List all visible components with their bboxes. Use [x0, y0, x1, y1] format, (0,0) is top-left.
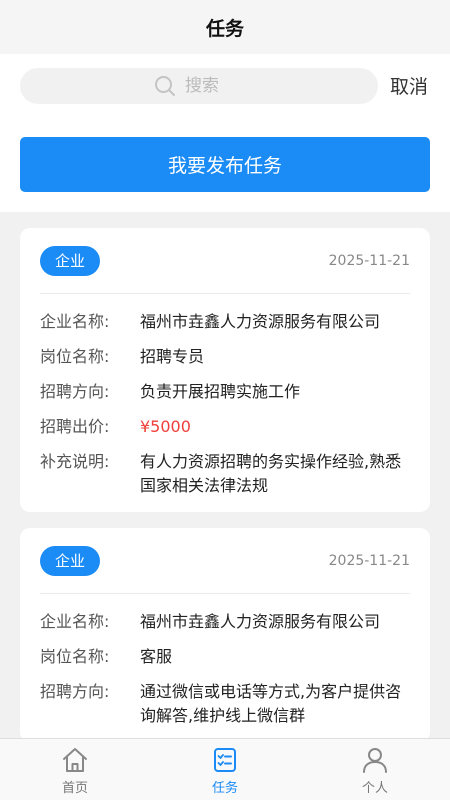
direction-row: 招聘方向: 通过微信或电话等方式,为客户提供咨询解答,维护线上微信群 [40, 680, 410, 728]
bottom-tab-bar: 首页 任务 个人 [0, 738, 450, 800]
task-card[interactable]: 企业 2025-11-21 企业名称: 福州市垚鑫人力资源服务有限公司 岗位名称… [20, 228, 430, 512]
note-value: 有人力资源招聘的务实操作经验,熟悉国家相关法律法规 [140, 452, 402, 495]
card-body: 企业名称: 福州市垚鑫人力资源服务有限公司 岗位名称: 客服 招聘方向: 通过微… [40, 594, 410, 742]
price-label: 招聘出价: [40, 417, 110, 436]
search-icon [153, 74, 177, 98]
direction-label: 招聘方向: [40, 682, 110, 701]
direction-row: 招聘方向: 负责开展招聘实施工作 [40, 380, 410, 404]
position-label: 岗位名称: [40, 647, 110, 666]
tab-label: 任务 [211, 781, 238, 796]
type-badge: 企业 [40, 545, 100, 576]
direction-value: 通过微信或电话等方式,为客户提供咨询解答,维护线上微信群 [140, 682, 402, 725]
task-date: 2025-11-21 [328, 552, 410, 569]
company-value: 福州市垚鑫人力资源服务有限公司 [140, 612, 381, 631]
position-value: 客服 [140, 647, 173, 666]
card-header: 企业 2025-11-21 [40, 528, 410, 594]
tab-profile[interactable]: 个人 [300, 739, 450, 800]
position-value: 招聘专员 [140, 347, 205, 366]
position-label: 岗位名称: [40, 347, 110, 366]
company-label: 企业名称: [40, 312, 110, 331]
cancel-button[interactable]: 取消 [390, 72, 428, 99]
company-value: 福州市垚鑫人力资源服务有限公司 [140, 312, 381, 331]
company-row: 企业名称: 福州市垚鑫人力资源服务有限公司 [40, 610, 410, 634]
note-row: 补充说明: 有人力资源招聘的务实操作经验,熟悉国家相关法律法规 [40, 450, 410, 498]
card-header: 企业 2025-11-21 [40, 228, 410, 294]
task-card[interactable]: 企业 2025-11-21 企业名称: 福州市垚鑫人力资源服务有限公司 岗位名称… [20, 528, 430, 742]
note-label: 补充说明: [40, 452, 110, 471]
search-bar[interactable] [20, 68, 378, 104]
tab-home[interactable]: 首页 [0, 739, 150, 800]
position-row: 岗位名称: 客服 [40, 645, 410, 669]
price-value: ¥5000 [140, 417, 191, 436]
direction-value: 负责开展招聘实施工作 [140, 382, 301, 401]
type-badge: 企业 [40, 245, 100, 276]
top-panel: 取消 我要发布任务 [0, 54, 450, 212]
price-row: 招聘出价: ¥5000 [40, 415, 410, 439]
company-label: 企业名称: [40, 612, 110, 631]
task-list-icon [210, 745, 240, 775]
task-list: 企业 2025-11-21 企业名称: 福州市垚鑫人力资源服务有限公司 岗位名称… [20, 228, 430, 758]
user-icon [360, 745, 390, 775]
position-row: 岗位名称: 招聘专员 [40, 345, 410, 369]
direction-label: 招聘方向: [40, 382, 110, 401]
app-header: 任务 [0, 0, 450, 54]
publish-task-button[interactable]: 我要发布任务 [20, 137, 430, 192]
tab-label: 个人 [361, 781, 388, 796]
home-icon [60, 745, 90, 775]
page-title: 任务 [205, 17, 244, 40]
search-input[interactable] [185, 76, 245, 96]
tab-label: 首页 [61, 781, 88, 796]
company-row: 企业名称: 福州市垚鑫人力资源服务有限公司 [40, 310, 410, 334]
task-date: 2025-11-21 [328, 252, 410, 269]
card-body: 企业名称: 福州市垚鑫人力资源服务有限公司 岗位名称: 招聘专员 招聘方向: 负… [40, 294, 410, 512]
tab-tasks[interactable]: 任务 [150, 739, 300, 800]
